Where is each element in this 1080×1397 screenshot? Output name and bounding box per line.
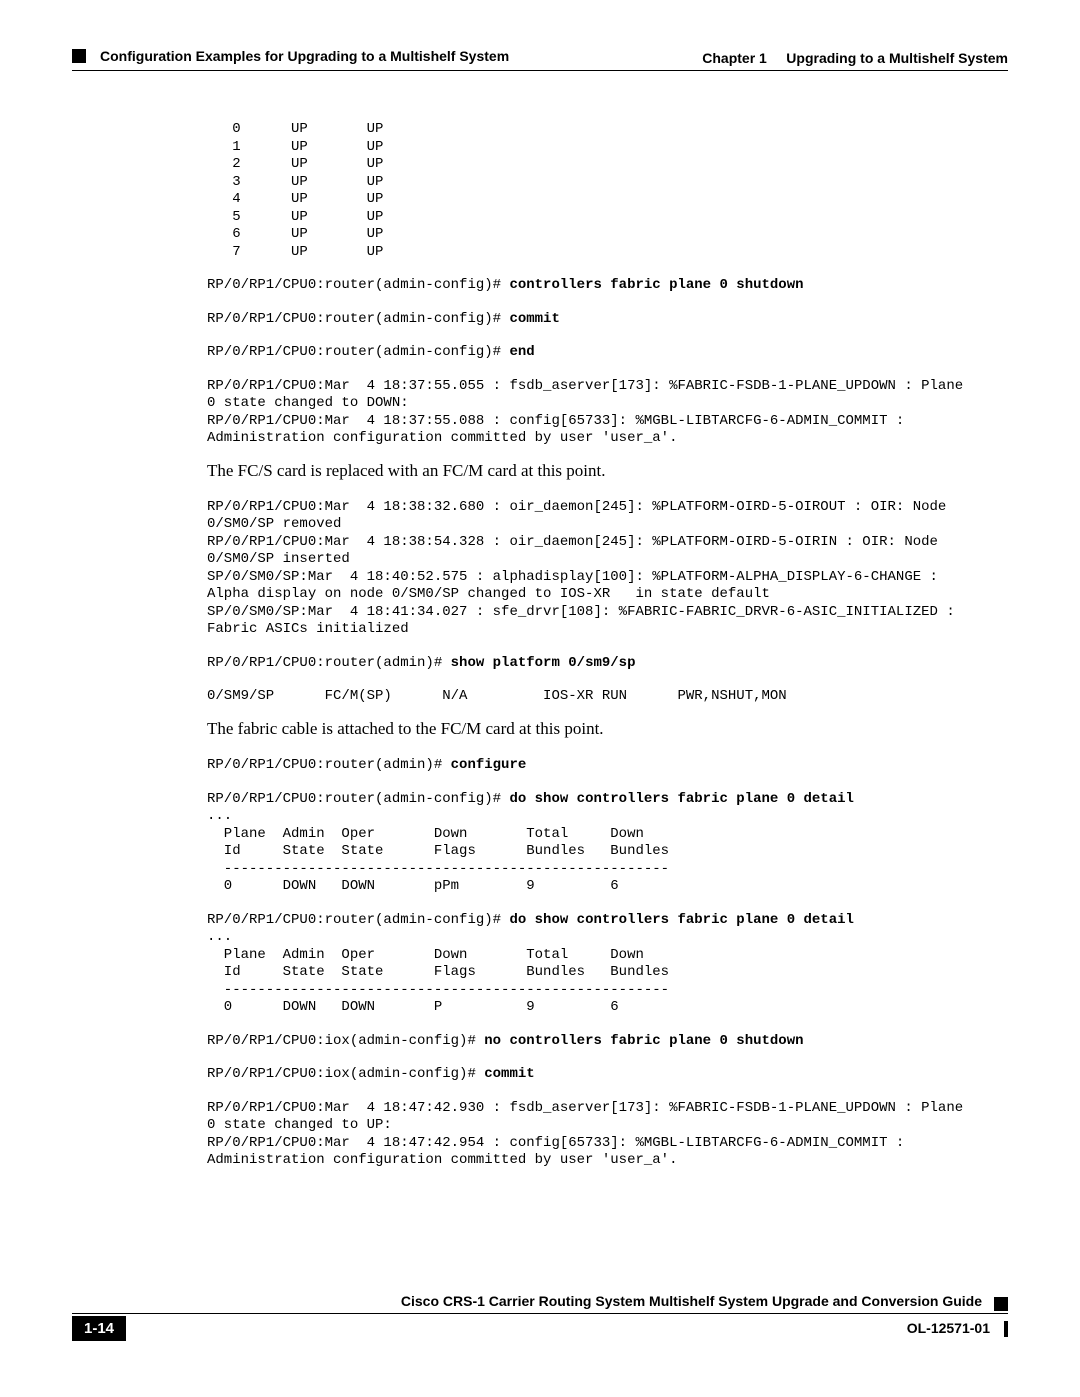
cli-line: RP/0/RP1/CPU0:iox(admin-config)# no cont… (207, 1033, 1008, 1051)
log-output: RP/0/RP1/CPU0:Mar 4 18:47:42.930 : fsdb_… (207, 1100, 1008, 1170)
cli-line: RP/0/RP1/CPU0:iox(admin-config)# commit (207, 1066, 1008, 1084)
page-footer: Cisco CRS-1 Carrier Routing System Multi… (72, 1293, 1008, 1341)
header-rule (72, 70, 1008, 71)
cli-line: RP/0/RP1/CPU0:router(admin-config)# end (207, 344, 1008, 362)
footer-marker-icon (994, 1297, 1008, 1311)
cli-prompt: RP/0/RP1/CPU0:router(admin)# (207, 655, 451, 671)
body-note-1: The FC/S card is replaced with an FC/M c… (207, 460, 1008, 481)
footer-doc-id: OL-12571-01 (907, 1320, 990, 1336)
cli-prompt: RP/0/RP1/CPU0:router(admin-config)# (207, 277, 509, 293)
main-content: 0 UP UP 1 UP UP 2 UP UP 3 UP UP 4 UP UP … (72, 121, 1008, 1170)
footer-rule (72, 1313, 1008, 1314)
cli-prompt: RP/0/RP1/CPU0:router(admin-config)# (207, 912, 509, 928)
cli-command: do show controllers fabric plane 0 detai… (509, 791, 853, 807)
cli-prompt: RP/0/RP1/CPU0:router(admin-config)# (207, 344, 509, 360)
header-section: Configuration Examples for Upgrading to … (100, 48, 509, 64)
log-output: RP/0/RP1/CPU0:Mar 4 18:38:32.680 : oir_d… (207, 499, 1008, 639)
cli-prompt: RP/0/RP1/CPU0:iox(admin-config)# (207, 1033, 484, 1049)
cli-command: controllers fabric plane 0 shutdown (509, 277, 803, 293)
cli-command: no controllers fabric plane 0 shutdown (484, 1033, 803, 1049)
header-marker-icon (72, 49, 86, 63)
footer-bar-icon (1004, 1321, 1008, 1337)
log-output: RP/0/RP1/CPU0:Mar 4 18:37:55.055 : fsdb_… (207, 378, 1008, 448)
cli-line: RP/0/RP1/CPU0:router(admin-config)# do s… (207, 912, 1008, 930)
page-header: Configuration Examples for Upgrading to … (72, 48, 1008, 66)
cli-line: RP/0/RP1/CPU0:router(admin-config)# cont… (207, 277, 1008, 295)
cli-command: end (509, 344, 534, 360)
cli-line: RP/0/RP1/CPU0:router(admin)# show platfo… (207, 655, 1008, 673)
cli-line: RP/0/RP1/CPU0:router(admin-config)# do s… (207, 791, 1008, 809)
cli-prompt: RP/0/RP1/CPU0:iox(admin-config)# (207, 1066, 484, 1082)
header-chapter-title: Upgrading to a Multishelf System (786, 50, 1008, 66)
fabric-table-1: ... Plane Admin Oper Down Total Down Id … (207, 808, 1008, 896)
cli-command: configure (451, 757, 527, 773)
header-chapter-label: Chapter 1 (702, 50, 767, 66)
cli-prompt: RP/0/RP1/CPU0:router(admin-config)# (207, 311, 509, 327)
cli-line: RP/0/RP1/CPU0:router(admin)# configure (207, 757, 1008, 775)
fabric-table-2: ... Plane Admin Oper Down Total Down Id … (207, 929, 1008, 1017)
cli-command: commit (484, 1066, 534, 1082)
cli-command: commit (509, 311, 559, 327)
cli-prompt: RP/0/RP1/CPU0:router(admin-config)# (207, 791, 509, 807)
cli-command: show platform 0/sm9/sp (451, 655, 636, 671)
cli-command: do show controllers fabric plane 0 detai… (509, 912, 853, 928)
body-note-2: The fabric cable is attached to the FC/M… (207, 718, 1008, 739)
up-status-table: 0 UP UP 1 UP UP 2 UP UP 3 UP UP 4 UP UP … (207, 121, 1008, 261)
page-number-badge: 1-14 (72, 1316, 126, 1341)
platform-output: 0/SM9/SP FC/M(SP) N/A IOS-XR RUN PWR,NSH… (207, 688, 1008, 706)
cli-line: RP/0/RP1/CPU0:router(admin-config)# comm… (207, 311, 1008, 329)
cli-prompt: RP/0/RP1/CPU0:router(admin)# (207, 757, 451, 773)
footer-guide-title: Cisco CRS-1 Carrier Routing System Multi… (401, 1293, 982, 1309)
